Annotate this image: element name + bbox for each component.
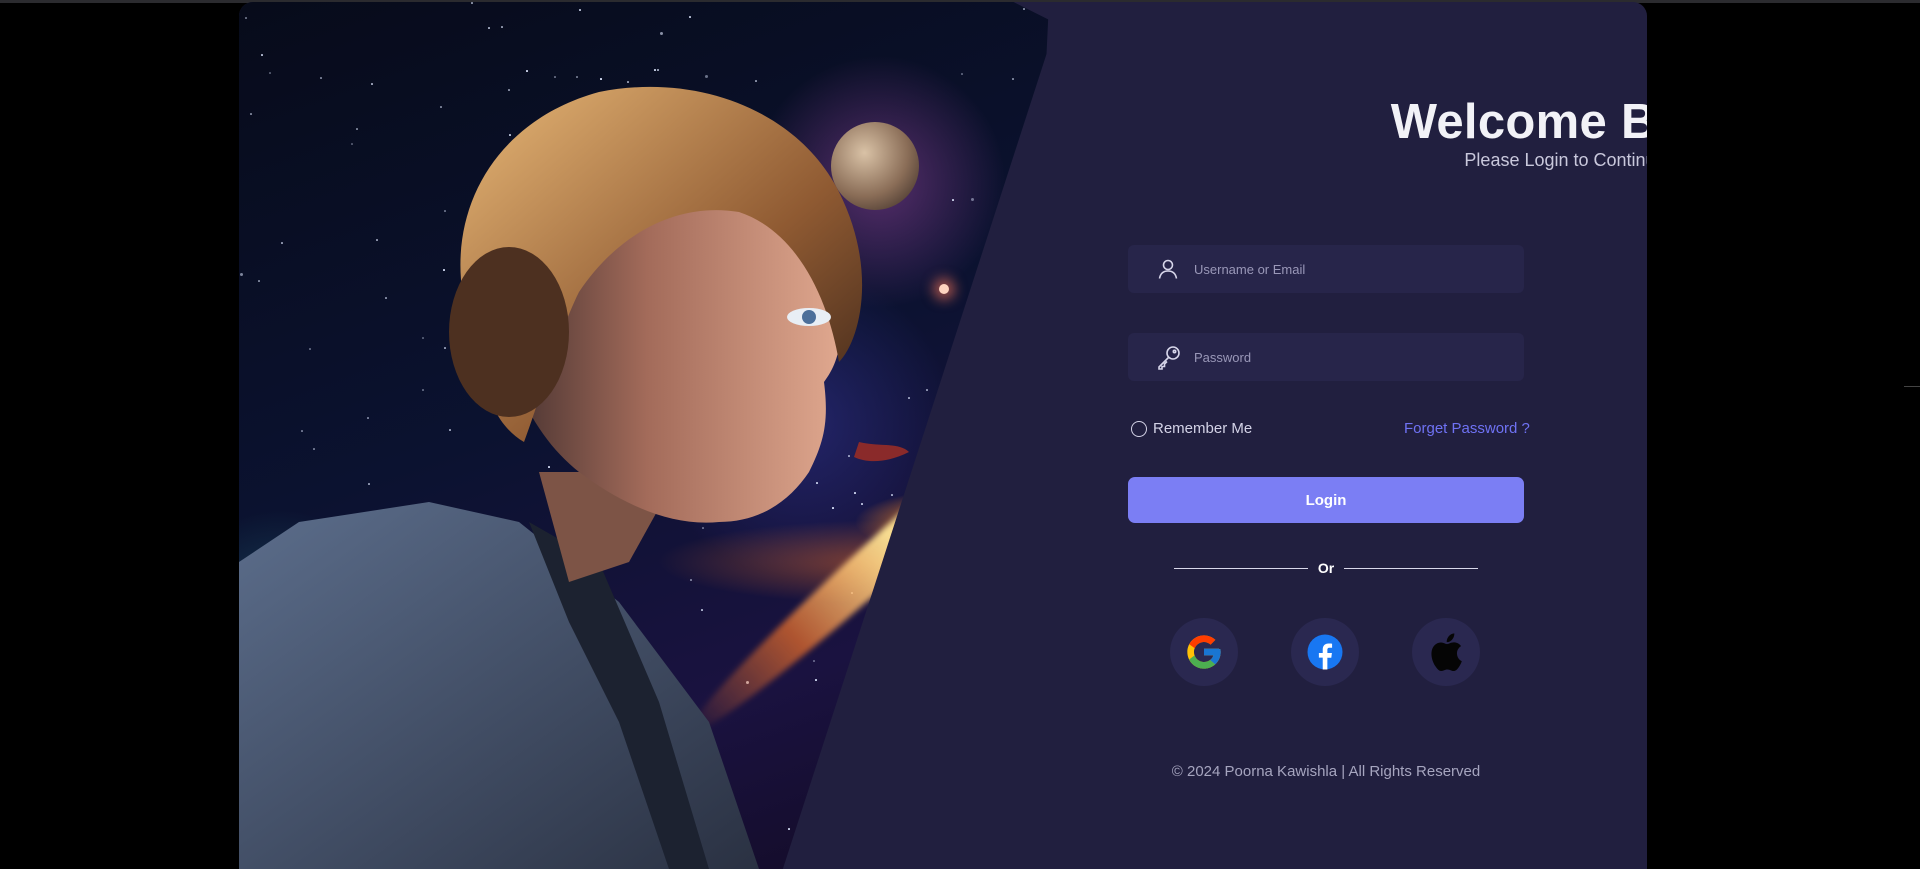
or-label: Or <box>1317 560 1335 576</box>
star <box>836 733 838 735</box>
star <box>963 406 965 408</box>
planet-small <box>873 730 921 778</box>
star <box>893 802 896 805</box>
star <box>1021 349 1023 351</box>
copyright-footer: © 2024 Poorna Kawishla | All Rights Rese… <box>1171 763 1481 780</box>
password-input[interactable] <box>1194 349 1524 365</box>
key-icon <box>1156 333 1198 381</box>
star <box>1046 655 1048 657</box>
user-icon <box>1156 245 1198 293</box>
star <box>944 644 947 647</box>
scrollbar-marker <box>1904 386 1920 387</box>
facebook-login-button[interactable] <box>1291 618 1359 686</box>
star <box>947 381 949 383</box>
star <box>889 772 891 774</box>
password-field[interactable] <box>1128 333 1524 381</box>
divider-line-right <box>1344 567 1478 569</box>
star <box>867 740 869 742</box>
star <box>1047 385 1049 387</box>
star <box>1016 208 1018 210</box>
page-subtitle: Please Login to Continue <box>1464 150 1647 170</box>
star <box>920 727 922 729</box>
remember-me-checkbox[interactable]: Remember Me <box>1131 420 1252 437</box>
star <box>884 854 886 856</box>
remember-me-radio[interactable] <box>1131 420 1147 437</box>
star <box>1050 548 1052 550</box>
apple-login-button[interactable] <box>1412 618 1480 686</box>
or-divider: Or <box>1174 560 1478 576</box>
username-field[interactable] <box>1128 245 1524 293</box>
google-icon <box>1187 635 1221 669</box>
star <box>954 507 956 509</box>
apple-icon <box>1431 633 1462 672</box>
hero-illustration <box>239 2 1059 869</box>
star <box>983 517 985 519</box>
star <box>995 650 997 652</box>
google-login-button[interactable] <box>1170 618 1238 686</box>
remember-me-label: Remember Me <box>1153 420 1253 437</box>
login-button[interactable]: Login <box>1128 477 1524 523</box>
page-title: Welcome Back <box>1390 95 1647 149</box>
forgot-password-link[interactable]: Forget Password ? <box>1404 420 1530 437</box>
star <box>1016 330 1019 333</box>
facebook-icon <box>1307 634 1343 670</box>
username-input[interactable] <box>1194 261 1524 277</box>
star <box>1041 537 1043 539</box>
woman-portrait <box>239 86 909 869</box>
divider-line-left <box>1174 567 1308 569</box>
star <box>1057 14 1059 16</box>
